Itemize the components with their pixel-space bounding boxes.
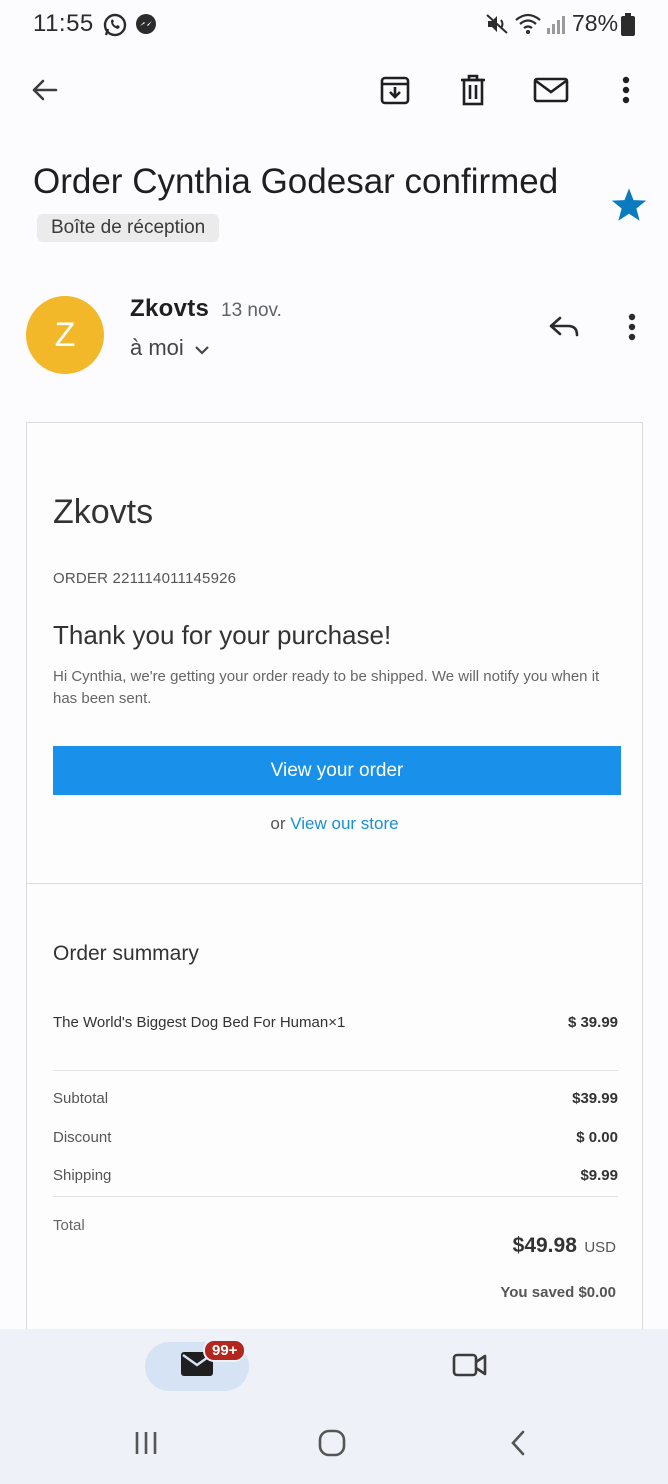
archive-icon: [379, 74, 411, 111]
savings-text: You saved $0.00: [500, 1284, 616, 1301]
total-label: Total: [53, 1217, 85, 1234]
video-camera-icon: [452, 1352, 488, 1383]
thank-you-heading: Thank you for your purchase!: [53, 620, 392, 650]
status-time: 11:55: [33, 10, 94, 37]
mark-unread-icon: [533, 76, 569, 109]
more-vert-icon: [622, 76, 630, 109]
shipping-label: Shipping: [53, 1167, 112, 1184]
subject-text: Order Cynthia Godesar confirmed: [33, 162, 559, 201]
battery-icon: [621, 13, 635, 42]
back-arrow-icon: [29, 75, 59, 110]
reply-button[interactable]: [540, 305, 588, 353]
item-name: The World's Biggest Dog Bed For Human×1: [53, 1014, 346, 1031]
total-amount: $49.98: [512, 1234, 577, 1257]
star-icon: [608, 188, 650, 230]
archive-button[interactable]: [371, 68, 419, 116]
shipping-row: Shipping $9.99: [53, 1167, 618, 1184]
recent-apps-icon: [132, 1430, 160, 1461]
total-currency: USD: [584, 1239, 616, 1256]
star-button[interactable]: [608, 184, 650, 226]
discount-label: Discount: [53, 1129, 112, 1146]
recent-apps-button[interactable]: [126, 1425, 166, 1465]
home-button[interactable]: [312, 1425, 352, 1465]
discount-row: Discount $ 0.00: [53, 1129, 618, 1146]
chevron-down-icon: [194, 335, 210, 361]
order-summary-title: Order summary: [53, 942, 199, 965]
line-item: The World's Biggest Dog Bed For Human×1 …: [53, 1014, 618, 1031]
view-order-button[interactable]: View your order: [53, 746, 621, 795]
email-date: 13 nov.: [221, 300, 282, 321]
more-options-button[interactable]: [602, 68, 650, 116]
store-link-line: or View our store: [27, 814, 642, 834]
section-divider: [27, 883, 642, 884]
message-body: Hi Cynthia, we're getting your order rea…: [53, 668, 600, 707]
subtotal-row: Subtotal $39.99: [53, 1090, 618, 1107]
mute-icon: [485, 12, 511, 41]
meet-tab[interactable]: [450, 1347, 490, 1387]
reply-icon: [548, 315, 580, 344]
more-vert-icon: [628, 313, 636, 346]
store-name: Zkovts: [53, 493, 154, 531]
inbox-label-chip[interactable]: Boîte de réception: [37, 213, 220, 242]
summary-divider: [53, 1070, 618, 1071]
chevron-left-icon: [509, 1429, 527, 1462]
or-text: or: [270, 814, 286, 833]
message-more-button[interactable]: [608, 305, 656, 353]
back-button[interactable]: [20, 68, 68, 116]
subtotal-value: $39.99: [572, 1090, 618, 1107]
total-value: $49.98 USD: [513, 1234, 616, 1258]
unread-badge: 99+: [203, 1339, 247, 1362]
home-icon: [317, 1428, 347, 1463]
email-subject: Order Cynthia Godesar confirmed Boîte de…: [33, 158, 593, 254]
wifi-icon: [514, 12, 542, 41]
delete-icon: [458, 74, 488, 111]
order-number: ORDER 221114011145926: [53, 570, 237, 587]
item-price: $ 39.99: [567, 1014, 618, 1031]
view-store-link[interactable]: View our store: [290, 814, 398, 833]
system-back-button[interactable]: [498, 1425, 538, 1465]
subtotal-label: Subtotal: [53, 1090, 109, 1107]
sender-avatar[interactable]: Z: [26, 296, 104, 374]
shipping-value: $9.99: [580, 1167, 618, 1184]
whatsapp-icon: [102, 12, 128, 43]
email-body-card: Zkovts ORDER 221114011145926 Thank you f…: [26, 422, 643, 1342]
sender-name: Zkovts: [130, 295, 210, 322]
signal-icon: [545, 12, 567, 41]
recipient-toggle[interactable]: à moi: [130, 335, 210, 361]
discount-value: $ 0.00: [576, 1129, 618, 1146]
recipient-text: à moi: [130, 335, 184, 360]
total-divider: [53, 1196, 618, 1197]
delete-button[interactable]: [449, 68, 497, 116]
messenger-icon: [134, 12, 158, 41]
status-bar: 11:55 78%: [0, 0, 668, 50]
battery-percentage: 78%: [572, 10, 619, 36]
mark-unread-button[interactable]: [527, 68, 575, 116]
